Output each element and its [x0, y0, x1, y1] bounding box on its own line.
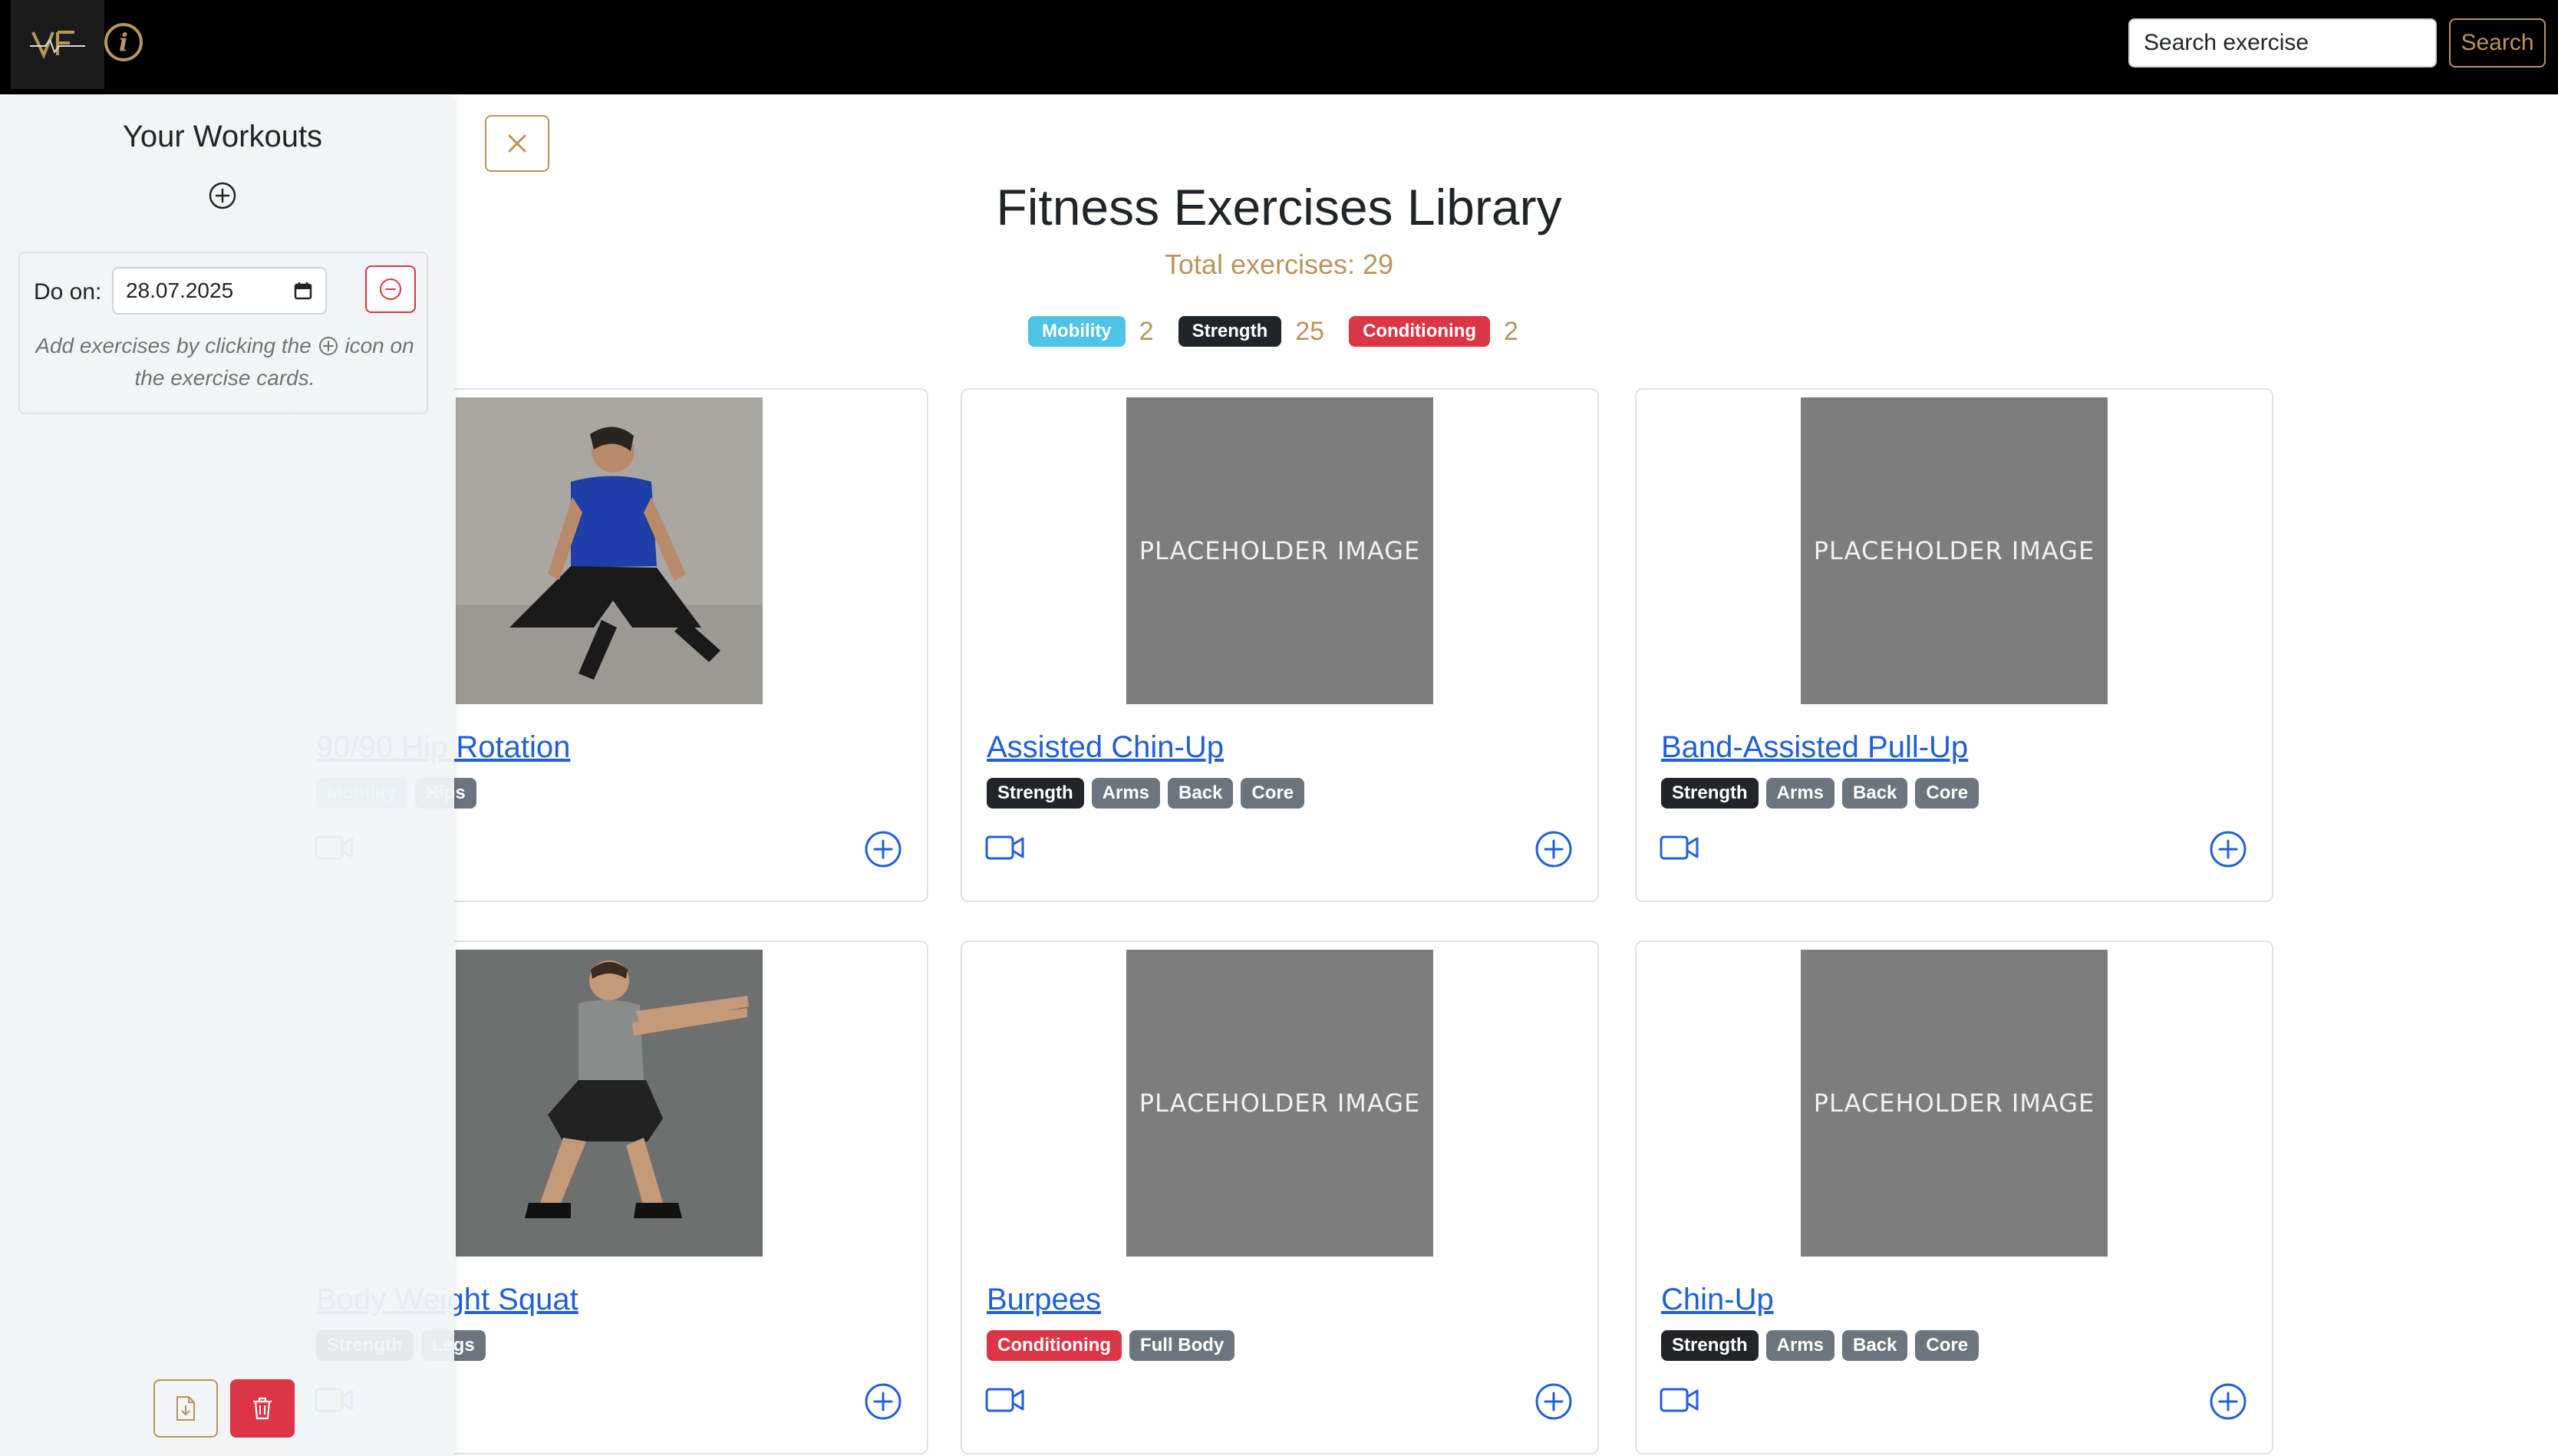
- add-to-workout-icon[interactable]: [1534, 1382, 1573, 1421]
- placeholder-image: PLACEHOLDER IMAGE: [1801, 397, 2108, 704]
- exercise-card: PLACEHOLDER IMAGE Assisted Chin-Up Strengt…: [961, 388, 1599, 902]
- date-value: 28.07.2025: [126, 278, 234, 302]
- exercise-title-link[interactable]: Band-Assisted Pull-Up: [1661, 730, 1968, 765]
- category-badge-strength[interactable]: Strength: [1178, 316, 1282, 347]
- add-to-workout-icon[interactable]: [1534, 830, 1573, 868]
- add-to-workout-icon[interactable]: [2209, 830, 2247, 868]
- category-tag[interactable]: Strength: [987, 778, 1084, 809]
- info-icon[interactable]: i: [104, 23, 143, 61]
- exercise-title-link[interactable]: Chin-Up: [1661, 1283, 1774, 1317]
- logo-mark: [30, 31, 85, 60]
- remove-circle-icon: [380, 278, 401, 300]
- muscle-tag[interactable]: Back: [1842, 1330, 1908, 1361]
- category-count-mobility: 2: [1139, 316, 1154, 346]
- muscle-tag[interactable]: Core: [1915, 778, 1979, 809]
- category-count-conditioning: 2: [1504, 316, 1518, 346]
- exercise-tags: Strength Arms Back Core: [987, 778, 1305, 809]
- placeholder-image: PLACEHOLDER IMAGE: [1801, 950, 2108, 1257]
- exercise-photo: [456, 950, 763, 1257]
- top-navbar: i Search: [0, 0, 2558, 94]
- muscle-tag[interactable]: Arms: [1765, 1330, 1835, 1361]
- date-field[interactable]: 28.07.2025: [112, 267, 327, 315]
- trash-icon: [253, 1397, 272, 1420]
- muscle-tag[interactable]: Back: [1842, 778, 1908, 809]
- muscle-tag[interactable]: Core: [1241, 778, 1305, 809]
- category-badge-conditioning[interactable]: Conditioning: [1349, 316, 1491, 347]
- do-on-label: Do on:: [34, 279, 102, 305]
- workouts-sidebar: Your Workouts Do on: 28.07.2025 Add exer…: [0, 97, 454, 1456]
- muscle-tag[interactable]: Arms: [1091, 778, 1161, 809]
- remove-workout-button[interactable]: [365, 265, 416, 313]
- exercise-tags: Strength Arms Back Core: [1661, 1330, 1979, 1361]
- delete-workouts-button[interactable]: [230, 1379, 295, 1438]
- hint-text-before: Add exercises by clicking the: [35, 334, 312, 357]
- muscle-tag[interactable]: Full Body: [1129, 1330, 1235, 1361]
- category-badge-mobility[interactable]: Mobility: [1028, 316, 1126, 347]
- total-label: Total exercises:: [1164, 249, 1356, 280]
- exercise-title-link[interactable]: Assisted Chin-Up: [987, 730, 1224, 765]
- app-logo[interactable]: [11, 0, 104, 89]
- total-count: 29: [1363, 249, 1394, 280]
- exercise-photo: [456, 397, 763, 704]
- add-circle-hint-icon: [318, 337, 338, 355]
- category-summary: Mobility 2 Strength 25 Conditioning 2: [1028, 315, 1543, 348]
- empty-workout-hint: Add exercises by clicking the icon on th…: [35, 330, 414, 394]
- video-icon[interactable]: [985, 1387, 1025, 1413]
- placeholder-image: PLACEHOLDER IMAGE: [1126, 950, 1433, 1257]
- close-icon: [508, 134, 526, 153]
- exercise-tags: Conditioning Full Body: [987, 1330, 1235, 1361]
- placeholder-image: PLACEHOLDER IMAGE: [1126, 397, 1433, 704]
- category-tag[interactable]: Conditioning: [987, 1330, 1122, 1361]
- sidebar-title: Your Workouts: [122, 120, 323, 153]
- close-sidebar-button[interactable]: [485, 115, 549, 172]
- exercise-image: [456, 950, 763, 1257]
- category-tag[interactable]: Strength: [1661, 1330, 1759, 1361]
- category-tag[interactable]: Strength: [1661, 778, 1759, 809]
- workout-entry: Do on: 28.07.2025 Add exercises by click…: [18, 252, 428, 414]
- search-button[interactable]: Search: [2449, 18, 2546, 68]
- file-export-icon: [176, 1396, 195, 1421]
- add-to-workout-icon[interactable]: [864, 1382, 902, 1421]
- muscle-tag[interactable]: Back: [1168, 778, 1234, 809]
- export-workouts-button[interactable]: [153, 1379, 218, 1438]
- exercise-card: PLACEHOLDER IMAGE Band-Assisted Pull-Up St…: [1635, 388, 2273, 902]
- exercise-image: [456, 397, 763, 704]
- video-icon[interactable]: [1660, 1387, 1699, 1413]
- search-input[interactable]: [2128, 18, 2437, 68]
- exercise-tags: Strength Arms Back Core: [1661, 778, 1979, 809]
- muscle-tag[interactable]: Core: [1915, 1330, 1979, 1361]
- add-to-workout-icon[interactable]: [2209, 1382, 2247, 1421]
- category-count-strength: 25: [1295, 316, 1325, 346]
- exercise-card: PLACEHOLDER IMAGE Burpees Conditioning Full…: [961, 940, 1599, 1454]
- exercise-title-link[interactable]: Burpees: [987, 1283, 1101, 1317]
- calendar-icon[interactable]: [293, 281, 313, 301]
- muscle-tag[interactable]: Arms: [1765, 778, 1835, 809]
- add-to-workout-icon[interactable]: [864, 830, 902, 868]
- exercise-card: PLACEHOLDER IMAGE Chin-Up Strength Arms Back…: [1635, 940, 2273, 1454]
- video-icon[interactable]: [1660, 835, 1699, 861]
- add-workout-icon[interactable]: [208, 181, 237, 210]
- video-icon[interactable]: [985, 835, 1025, 861]
